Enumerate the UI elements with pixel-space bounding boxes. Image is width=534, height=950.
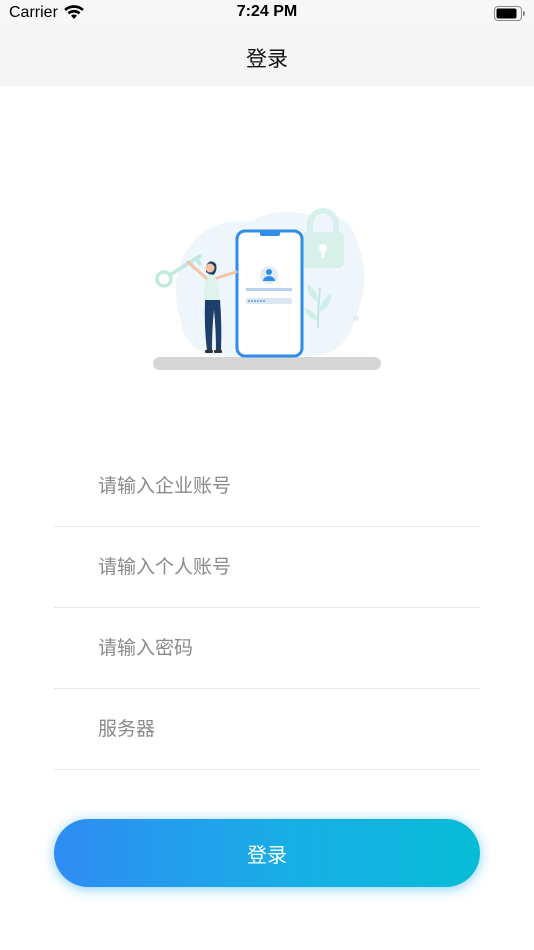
clock: 7:24 PM xyxy=(236,3,298,20)
personal-account-input[interactable] xyxy=(98,527,458,607)
battery-icon xyxy=(494,6,525,21)
server-input[interactable] xyxy=(98,689,458,769)
company-account-field xyxy=(54,446,480,527)
page-title: 登录 xyxy=(246,47,288,71)
password-input[interactable] xyxy=(98,608,458,688)
login-illustration xyxy=(153,208,381,370)
company-account-input[interactable] xyxy=(98,446,458,526)
server-field xyxy=(54,689,480,770)
login-button[interactable]: 登录 xyxy=(54,819,480,887)
status-bar: Carrier 7:24 PM xyxy=(0,0,534,26)
nav-bar: 登录 xyxy=(0,26,534,86)
personal-account-field xyxy=(54,527,480,608)
password-field xyxy=(54,608,480,689)
